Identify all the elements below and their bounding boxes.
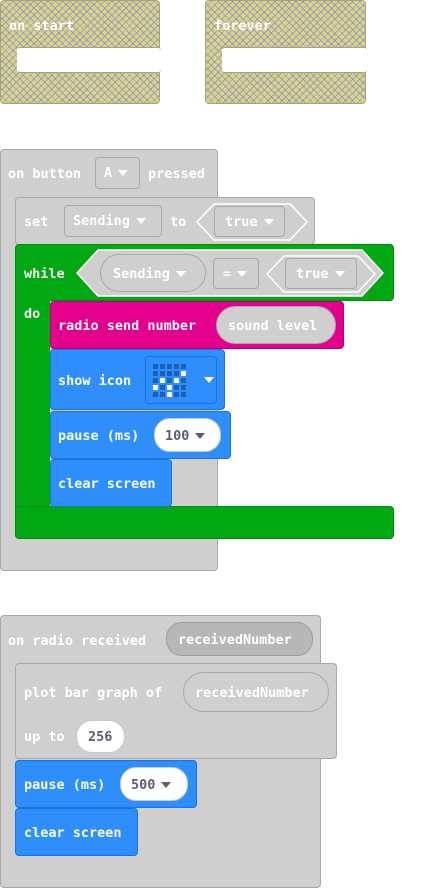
while-label: while xyxy=(24,266,65,282)
on-start-slot xyxy=(17,47,161,73)
received-number-param[interactable]: receivedNumber xyxy=(166,622,313,656)
chevron-down-icon xyxy=(334,271,345,277)
chevron-down-icon xyxy=(175,271,186,277)
variable-dropdown-value: Sending xyxy=(73,213,130,229)
show-icon-label: show icon xyxy=(58,373,132,389)
chevron-down-icon xyxy=(135,218,146,224)
operator-dropdown[interactable]: = xyxy=(213,258,259,289)
chevron-down-icon xyxy=(118,170,129,176)
plot-value-reporter[interactable]: receivedNumber xyxy=(183,672,329,712)
clear-screen-label: clear screen xyxy=(58,476,156,492)
chevron-down-icon xyxy=(204,377,214,383)
radio-clear-screen-label: clear screen xyxy=(24,825,122,841)
button-dropdown[interactable]: A xyxy=(95,157,140,189)
radio-pause-value: 500 xyxy=(131,777,156,793)
up-to-label: up to xyxy=(24,729,65,745)
pause-value-dropdown[interactable]: 100 xyxy=(154,418,221,452)
up-to-value: 256 xyxy=(88,729,113,745)
sending-reporter-label: Sending xyxy=(113,266,170,282)
button-dropdown-value: A xyxy=(104,165,113,181)
on-start-label: on start xyxy=(9,18,75,34)
sending-variable-reporter[interactable]: Sending xyxy=(100,254,206,292)
chevron-down-icon xyxy=(161,782,172,788)
operator-value: = xyxy=(223,266,232,282)
icon-picker[interactable] xyxy=(145,356,217,404)
variable-dropdown[interactable]: Sending xyxy=(64,205,162,237)
forever-slot xyxy=(222,47,367,73)
pixel-icon xyxy=(153,364,186,397)
do-label: do xyxy=(24,306,41,322)
chevron-down-icon xyxy=(263,219,274,225)
set-label: set xyxy=(24,214,49,230)
while-bottom xyxy=(15,506,394,539)
pause-label: pause (ms) xyxy=(58,428,140,444)
radio-pause-value-dropdown[interactable]: 500 xyxy=(120,767,188,801)
pressed-label: pressed xyxy=(148,166,205,182)
radio-pause-label: pause (ms) xyxy=(24,777,106,793)
to-label: to xyxy=(170,214,187,230)
true-dropdown[interactable]: true xyxy=(214,206,285,237)
while-true-dropdown[interactable]: true xyxy=(285,258,357,289)
on-button-label: on button xyxy=(8,166,82,182)
radio-send-label: radio send number xyxy=(58,318,197,334)
chevron-down-icon xyxy=(237,271,248,277)
on-start-block[interactable]: on start xyxy=(0,0,161,104)
forever-label: forever xyxy=(214,18,271,34)
while-true-value: true xyxy=(296,266,329,282)
chevron-down-icon xyxy=(195,433,206,439)
sound-level-label: sound level xyxy=(228,318,318,334)
on-radio-label: on radio received xyxy=(8,633,147,649)
plot-value-label: receivedNumber xyxy=(195,685,309,701)
up-to-value-input[interactable]: 256 xyxy=(76,720,125,753)
while-side xyxy=(15,295,50,511)
plot-bar-graph-label: plot bar graph of xyxy=(24,685,163,701)
pause-value: 100 xyxy=(165,428,190,444)
forever-block[interactable]: forever xyxy=(205,0,367,104)
received-number-param-label: receivedNumber xyxy=(178,632,292,648)
true-dropdown-value: true xyxy=(225,214,258,230)
sound-level-reporter[interactable]: sound level xyxy=(216,306,336,344)
